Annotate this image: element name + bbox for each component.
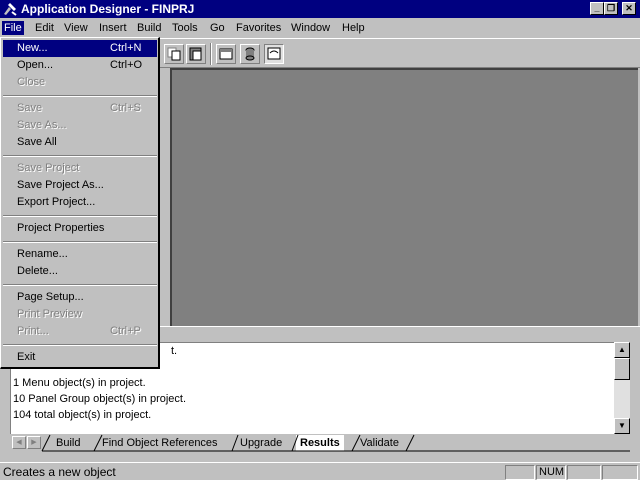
menu-item-print-preview[interactable]: Print Preview: [3, 306, 157, 323]
database-icon[interactable]: [240, 44, 260, 64]
document-workspace[interactable]: [170, 68, 638, 326]
close-button[interactable]: ✕: [622, 2, 636, 15]
scroll-up-icon[interactable]: ▲: [614, 342, 630, 358]
minimize-button[interactable]: _: [590, 2, 604, 15]
copy-icon[interactable]: [164, 44, 184, 64]
status-pane-extra: [602, 465, 638, 480]
menu-help[interactable]: Help: [340, 21, 367, 35]
menu-view[interactable]: View: [62, 21, 90, 35]
menu-tools[interactable]: Tools: [170, 21, 200, 35]
properties-icon[interactable]: [216, 44, 236, 64]
menu-item-new[interactable]: New... Ctrl+N: [3, 40, 157, 57]
menu-favorites[interactable]: Favorites: [234, 21, 283, 35]
toolbar-separator: [210, 43, 212, 65]
menu-item-exit[interactable]: Exit: [3, 349, 157, 366]
app-icon[interactable]: [2, 1, 18, 17]
output-line: t.: [171, 345, 178, 357]
menu-item-close[interactable]: Close: [3, 74, 157, 91]
menu-insert[interactable]: Insert: [97, 21, 129, 35]
menu-item-save-as[interactable]: Save As...: [3, 117, 157, 134]
menu-separator: [3, 95, 157, 97]
window-title: Application Designer - FINPRJ: [21, 2, 195, 16]
menu-separator: [3, 155, 157, 157]
output-line: 10 Panel Group object(s) in project.: [13, 393, 187, 405]
restore-button[interactable]: ❐: [604, 2, 618, 15]
output-tabs: ◀ ▶ Build Find Object References Upgrade…: [10, 434, 630, 452]
menu-go[interactable]: Go: [208, 21, 227, 35]
menu-item-export-project[interactable]: Export Project...: [3, 194, 157, 211]
scroll-thumb[interactable]: [614, 358, 630, 380]
title-bar[interactable]: Application Designer - FINPRJ _ ❐ ✕: [0, 0, 640, 18]
menu-build[interactable]: Build: [135, 21, 163, 35]
menu-item-delete[interactable]: Delete...: [3, 263, 157, 280]
menu-item-save-all[interactable]: Save All: [3, 134, 157, 151]
menu-separator: [3, 241, 157, 243]
status-message: Creates a new object: [3, 465, 116, 479]
output-line: 1 Menu object(s) in project.: [13, 377, 146, 389]
menu-separator: [3, 344, 157, 346]
menu-item-save-project[interactable]: Save Project: [3, 160, 157, 177]
menu-edit[interactable]: Edit: [33, 21, 56, 35]
menu-window[interactable]: Window: [289, 21, 332, 35]
menu-separator: [3, 215, 157, 217]
scroll-down-icon[interactable]: ▼: [614, 418, 630, 434]
paste-icon[interactable]: [186, 44, 206, 64]
output-line: 104 total object(s) in project.: [13, 409, 152, 421]
menu-separator: [3, 284, 157, 286]
status-bar: Creates a new object NUM: [0, 462, 640, 480]
menu-item-open[interactable]: Open... Ctrl+O: [3, 57, 157, 74]
menu-item-save[interactable]: Save Ctrl+S: [3, 100, 157, 117]
menu-item-save-project-as[interactable]: Save Project As...: [3, 177, 157, 194]
tab-outline: [41, 434, 630, 452]
status-pane-cap: [505, 465, 535, 480]
menu-item-page-setup[interactable]: Page Setup...: [3, 289, 157, 306]
project-workspace-icon[interactable]: [264, 44, 284, 64]
status-pane-scroll: [567, 465, 601, 480]
menu-item-project-properties[interactable]: Project Properties: [3, 220, 157, 237]
output-vertical-scrollbar[interactable]: ▲ ▼: [614, 342, 630, 434]
menu-item-rename[interactable]: Rename...: [3, 246, 157, 263]
menu-file[interactable]: File: [2, 21, 24, 35]
status-num-indicator: NUM: [536, 465, 566, 480]
menu-bar: File Edit View Insert Build Tools Go Fav…: [0, 18, 640, 38]
file-menu-dropdown: New... Ctrl+N Open... Ctrl+O Close Save …: [0, 37, 160, 369]
menu-item-print[interactable]: Print... Ctrl+P: [3, 323, 157, 340]
